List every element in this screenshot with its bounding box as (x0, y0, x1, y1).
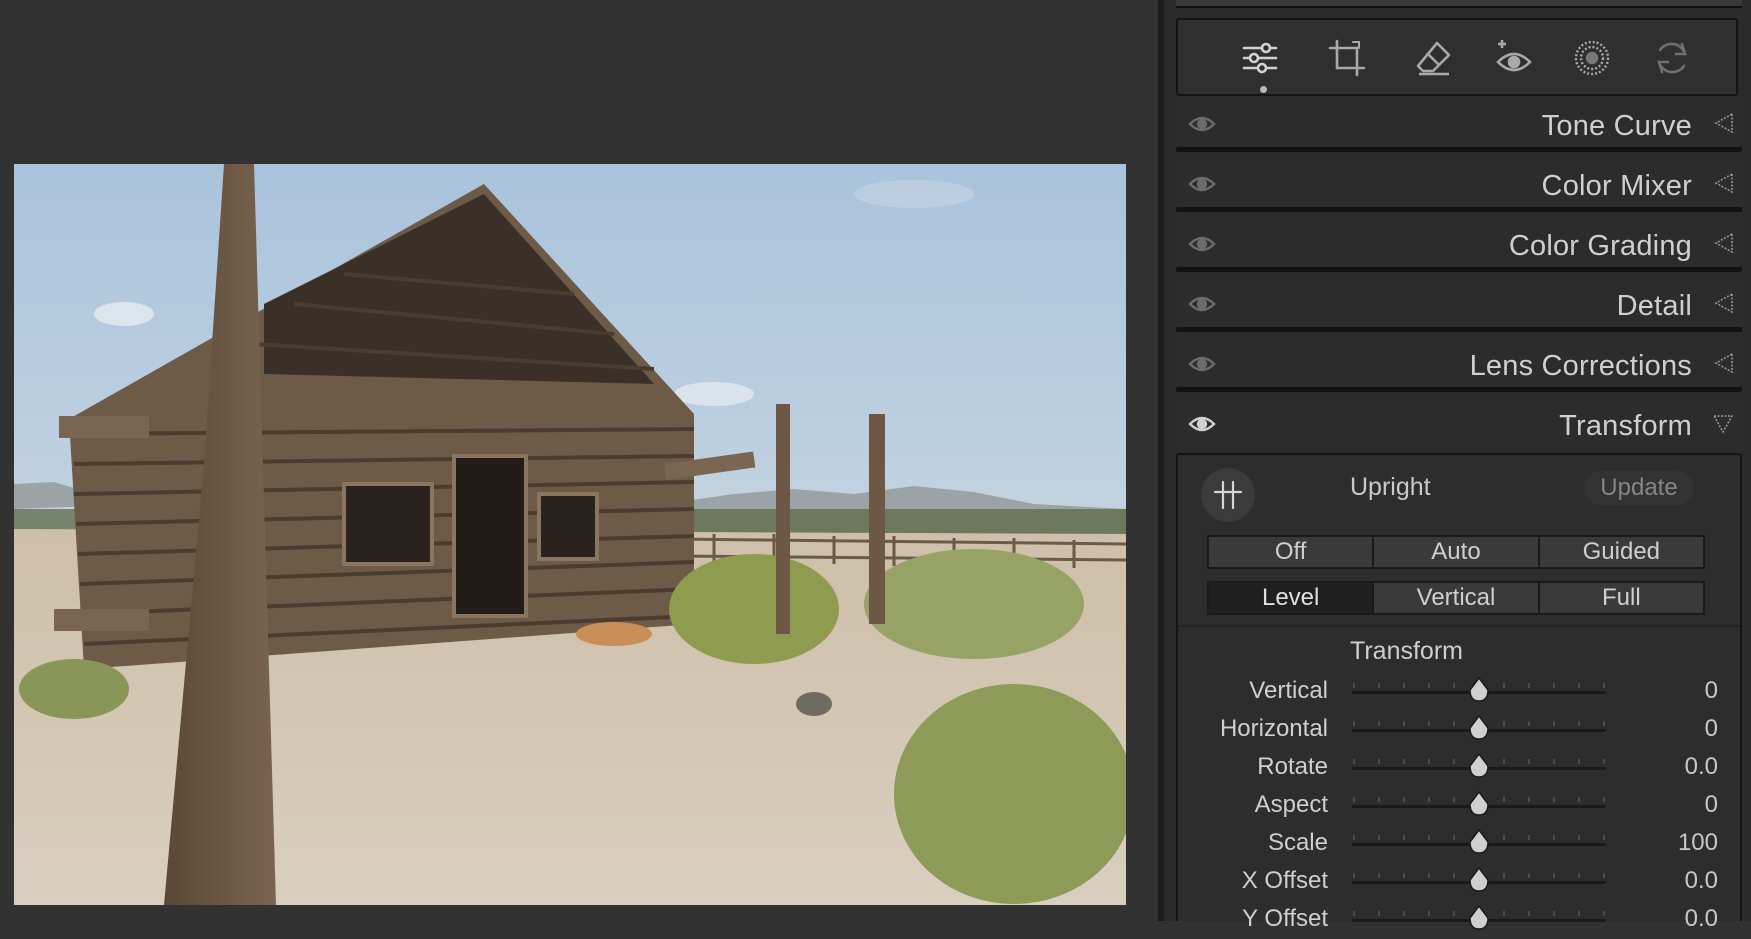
eye-icon[interactable] (1188, 232, 1216, 256)
slider-label: Aspect (1254, 791, 1328, 818)
slider-track[interactable] (1352, 829, 1606, 854)
presets-icon[interactable] (1646, 32, 1698, 84)
photo-canvas[interactable] (14, 164, 1126, 905)
section-title: Color Grading (1508, 230, 1692, 262)
upright-guided-tool-icon[interactable] (1201, 468, 1255, 522)
slider-track[interactable] (1352, 677, 1606, 702)
slider-value[interactable]: 0 (1705, 715, 1718, 743)
slider-track[interactable] (1352, 753, 1606, 778)
edit-sliders-icon[interactable] (1234, 32, 1286, 84)
slider-label: Rotate (1257, 753, 1328, 780)
slider-row: Rotate 0.0 (1178, 749, 1740, 787)
transform-subheading: Transform (1350, 637, 1463, 665)
slider-thumb[interactable] (1468, 715, 1490, 741)
slider-value[interactable]: 100 (1678, 829, 1718, 857)
upright-guided-button[interactable]: Guided (1539, 537, 1703, 567)
triangle-left-icon[interactable] (1712, 232, 1734, 254)
slider-thumb[interactable] (1468, 905, 1490, 931)
photo-image (14, 164, 1126, 905)
red-eye-icon[interactable] (1488, 32, 1540, 84)
section-title: Color Mixer (1541, 170, 1692, 202)
eye-icon[interactable] (1188, 352, 1216, 376)
section-title: Tone Curve (1541, 110, 1692, 142)
slider-value[interactable]: 0.0 (1685, 905, 1718, 933)
upright-vertical-button[interactable]: Vertical (1374, 583, 1540, 613)
slider-row: Horizontal 0 (1178, 711, 1740, 749)
transform-panel: Upright Update Off Auto Guided Level Ver… (1176, 453, 1742, 932)
section-detail[interactable]: Detail (1176, 280, 1742, 332)
develop-panel: Tone Curve Color Mixer Color Grading Det… (1164, 0, 1751, 932)
crop-icon[interactable] (1321, 32, 1373, 84)
triangle-left-icon[interactable] (1712, 352, 1734, 374)
triangle-left-icon[interactable] (1712, 112, 1734, 134)
triangle-left-icon[interactable] (1712, 172, 1734, 194)
section-tone-curve[interactable]: Tone Curve (1176, 100, 1742, 152)
eye-icon[interactable] (1188, 412, 1216, 436)
section-title: Detail (1616, 290, 1692, 322)
section-color-mixer[interactable]: Color Mixer (1176, 160, 1742, 212)
upright-label: Upright (1350, 473, 1431, 501)
divider-line (1178, 625, 1740, 627)
slider-row: Aspect 0 (1178, 787, 1740, 825)
slider-label: X Offset (1241, 867, 1328, 894)
eraser-heal-icon[interactable] (1407, 32, 1459, 84)
section-title: Transform (1559, 410, 1692, 442)
update-button[interactable]: Update (1584, 471, 1694, 505)
triangle-left-icon[interactable] (1712, 292, 1734, 314)
slider-thumb[interactable] (1468, 829, 1490, 855)
slider-label: Scale (1267, 829, 1328, 856)
slider-track[interactable] (1352, 867, 1606, 892)
slider-value[interactable]: 0 (1705, 677, 1718, 705)
slider-thumb[interactable] (1468, 677, 1490, 703)
upright-off-button[interactable]: Off (1209, 537, 1375, 567)
upright-mode-row-2: Level Vertical Full (1207, 581, 1705, 615)
slider-label: Horizontal (1219, 715, 1328, 742)
slider-track[interactable] (1352, 715, 1606, 740)
section-lens-corrections[interactable]: Lens Corrections (1176, 340, 1742, 392)
slider-value[interactable]: 0 (1705, 791, 1718, 819)
slider-thumb[interactable] (1468, 753, 1490, 779)
slider-row: X Offset 0.0 (1178, 863, 1740, 901)
slider-value[interactable]: 0.0 (1685, 753, 1718, 781)
masking-icon[interactable] (1566, 32, 1618, 84)
tool-strip (1176, 18, 1738, 96)
upright-auto-button[interactable]: Auto (1374, 537, 1540, 567)
slider-thumb[interactable] (1468, 791, 1490, 817)
section-color-grading[interactable]: Color Grading (1176, 220, 1742, 272)
triangle-down-icon[interactable] (1712, 412, 1734, 434)
slider-label: Vertical (1249, 677, 1328, 704)
slider-row: Vertical 0 (1178, 673, 1740, 711)
upright-mode-row-1: Off Auto Guided (1207, 535, 1705, 569)
section-transform[interactable]: Transform (1176, 400, 1742, 452)
upright-full-button[interactable]: Full (1539, 583, 1703, 613)
slider-label: Y Offset (1242, 905, 1328, 932)
slider-track[interactable] (1352, 791, 1606, 816)
section-title: Lens Corrections (1469, 350, 1692, 382)
upright-level-button[interactable]: Level (1209, 583, 1375, 613)
slider-thumb[interactable] (1468, 867, 1490, 893)
active-tool-indicator (1260, 86, 1267, 93)
eye-icon[interactable] (1188, 112, 1216, 136)
slider-row: Scale 100 (1178, 825, 1740, 863)
eye-icon[interactable] (1188, 292, 1216, 316)
eye-icon[interactable] (1188, 172, 1216, 196)
panel-top-strip (1176, 0, 1742, 8)
slider-row: Y Offset 0.0 (1178, 901, 1740, 939)
slider-value[interactable]: 0.0 (1685, 867, 1718, 895)
